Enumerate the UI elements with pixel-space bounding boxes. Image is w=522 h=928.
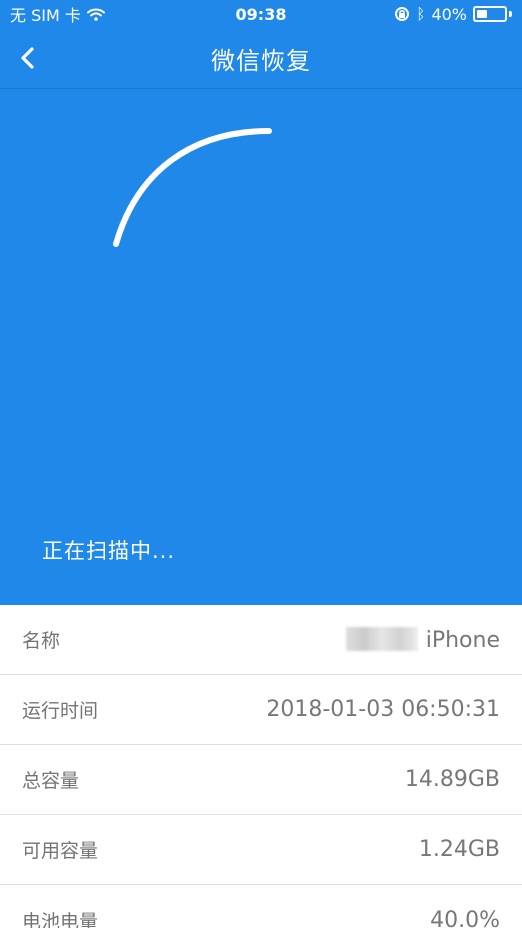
available-capacity-row: 可用容量 1.24GB: [0, 815, 522, 885]
page-title: 微信恢复: [211, 46, 311, 75]
status-left: 无 SIM 卡: [10, 2, 105, 26]
battery-level-value: 40.0%: [430, 907, 500, 928]
battery-icon: [473, 6, 512, 22]
runtime-value: 2018-01-03 06:50:31: [266, 697, 500, 722]
total-capacity-row: 总容量 14.89GB: [0, 745, 522, 815]
bluetooth-icon: ᛒ: [416, 5, 426, 23]
app-screen: 无 SIM 卡 09:38 ᛒ 40% 微信恢复 正在扫描中... 名称 iPh…: [0, 0, 522, 928]
battery-percentage: 40%: [431, 4, 467, 24]
device-name-value: iPhone: [345, 626, 500, 653]
status-bar: 无 SIM 卡 09:38 ᛒ 40%: [0, 0, 522, 28]
device-name-label: 名称: [22, 630, 61, 652]
runtime-label: 运行时间: [22, 700, 99, 722]
device-name-text: iPhone: [425, 627, 500, 653]
back-button[interactable]: [16, 44, 40, 72]
navigation-bar: 微信恢复: [0, 28, 522, 89]
total-capacity-value: 14.89GB: [404, 767, 500, 792]
wifi-icon: [86, 8, 105, 21]
battery-shell: [473, 6, 507, 22]
scan-progress-spinner: [113, 128, 272, 247]
status-right: ᛒ 40%: [394, 5, 512, 24]
redacted-name-block: [345, 626, 418, 651]
battery-fill: [477, 10, 487, 18]
battery-level-label: 电池电量: [22, 910, 99, 928]
scan-status-text: 正在扫描中...: [42, 539, 176, 563]
rotation-lock-icon: [395, 7, 410, 21]
device-name-row: 名称 iPhone: [0, 605, 522, 675]
carrier-label: 无 SIM 卡: [10, 6, 81, 25]
device-info-list: 名称 iPhone 运行时间 2018-01-03 06:50:31 总容量 1…: [0, 605, 522, 928]
available-capacity-label: 可用容量: [22, 840, 99, 862]
battery-level-row: 电池电量 40.0%: [0, 885, 522, 928]
scan-panel: [0, 0, 522, 605]
battery-tip: [509, 11, 512, 17]
status-time: 09:38: [235, 4, 287, 24]
runtime-row: 运行时间 2018-01-03 06:50:31: [0, 675, 522, 745]
total-capacity-label: 总容量: [22, 770, 80, 792]
available-capacity-value: 1.24GB: [418, 837, 500, 862]
spinner-arc: [113, 128, 272, 247]
